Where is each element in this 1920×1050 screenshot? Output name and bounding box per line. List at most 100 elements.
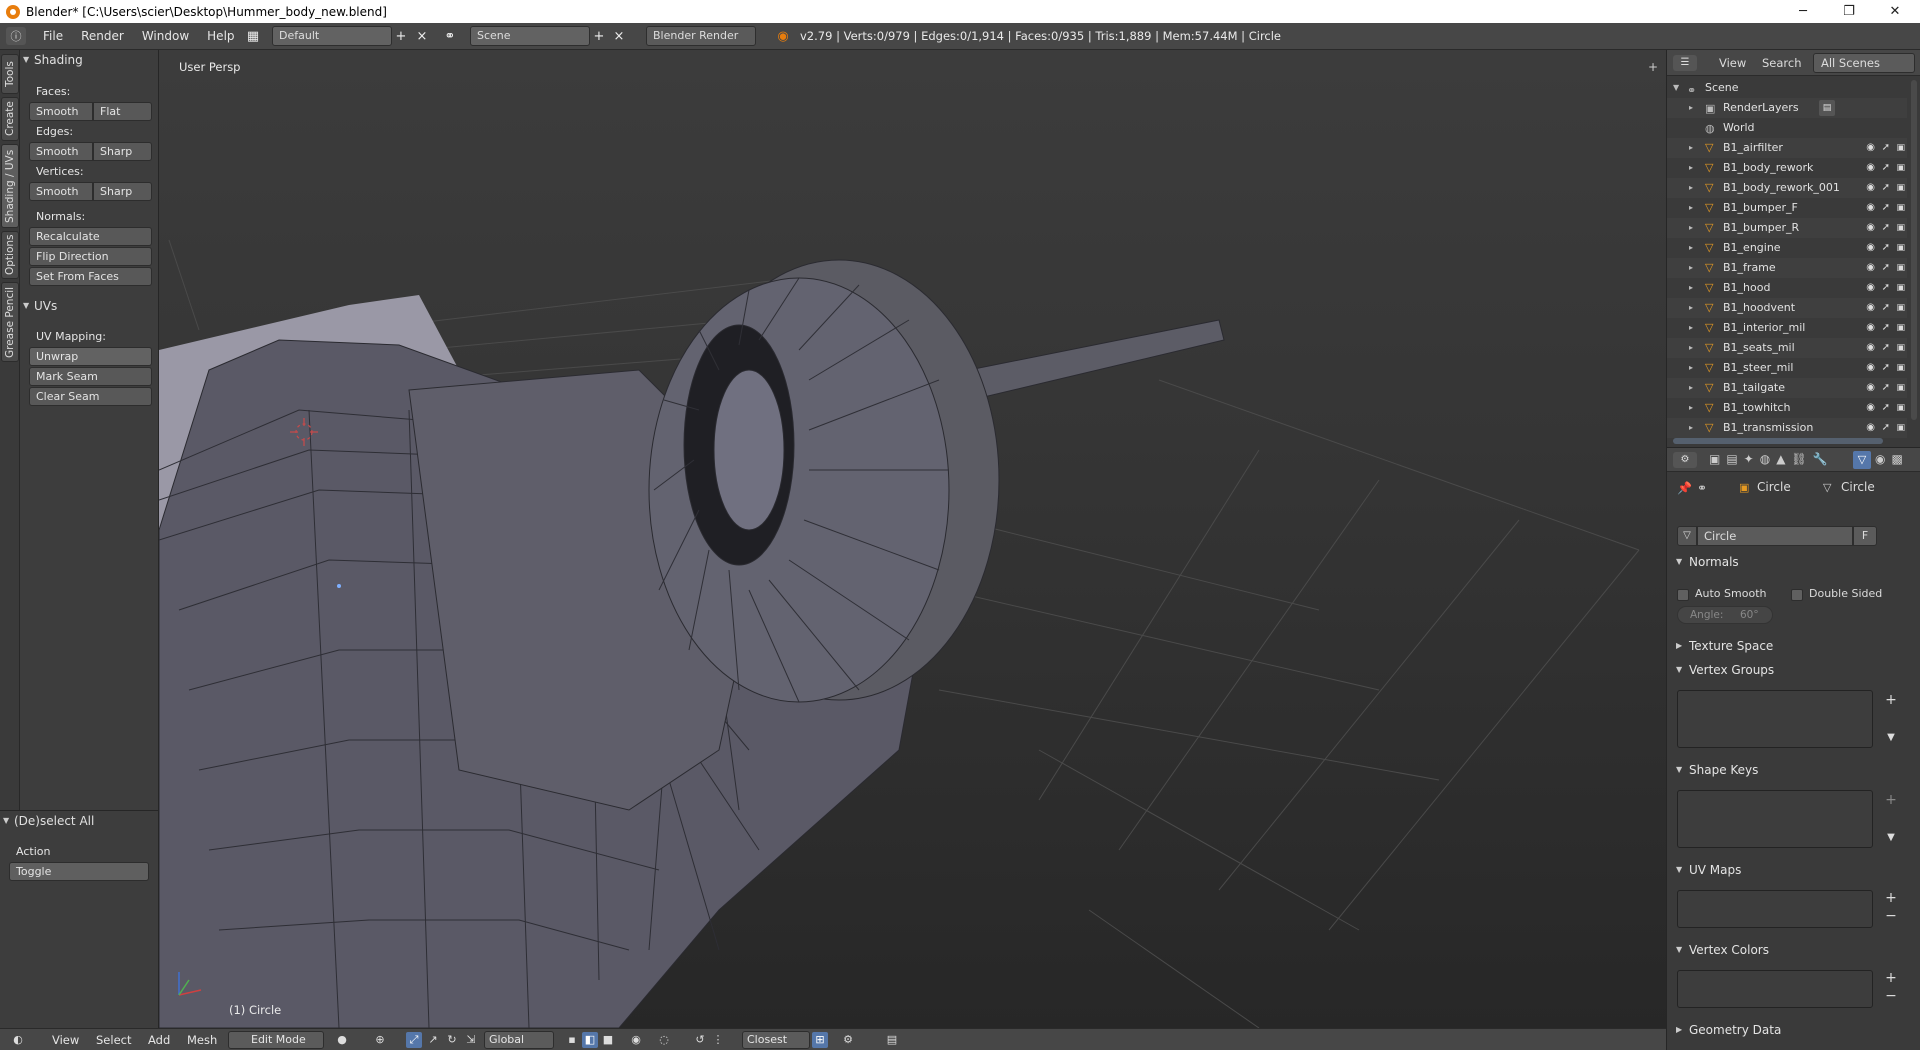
editor-type-info-icon[interactable]: ⓘ xyxy=(6,27,26,45)
outliner-object-row[interactable]: ▸ ▽ B1_towhitch ◉ ➚ ▣ xyxy=(1667,398,1907,418)
outliner-object-row[interactable]: ▸ ▽ B1_interior_mil ◉ ➚ ▣ xyxy=(1667,318,1907,338)
unwrap-menu[interactable]: Unwrap xyxy=(29,347,152,366)
outliner-object-row[interactable]: ▸ ▽ B1_body_rework ◉ ➚ ▣ xyxy=(1667,158,1907,178)
menu-select[interactable]: Select xyxy=(96,1029,131,1050)
3d-viewport[interactable]: User Persp (1) Circle + xyxy=(159,50,1666,1028)
expand-icon[interactable]: ▸ xyxy=(1689,138,1693,158)
selectability-cursor-icon[interactable]: ➚ xyxy=(1882,258,1890,278)
angle-field[interactable]: Angle: 60° xyxy=(1677,606,1773,624)
shape-keys-list[interactable] xyxy=(1677,790,1873,848)
selectability-cursor-icon[interactable]: ➚ xyxy=(1882,418,1890,438)
vertex-select-icon[interactable]: ▪ xyxy=(564,1032,580,1048)
more-tabs-icons[interactable]: ◉▩ xyxy=(1875,452,1909,466)
visibility-eye-icon[interactable]: ◉ xyxy=(1866,178,1875,198)
renderability-camera-icon[interactable]: ▣ xyxy=(1896,398,1905,418)
screen-layout-icon[interactable]: ▦ xyxy=(244,27,262,45)
visibility-eye-icon[interactable]: ◉ xyxy=(1866,358,1875,378)
selectability-cursor-icon[interactable]: ➚ xyxy=(1882,218,1890,238)
renderability-camera-icon[interactable]: ▣ xyxy=(1896,258,1905,278)
snap-options-icon[interactable]: ⊞ xyxy=(812,1032,828,1048)
translate-icon[interactable]: ↗ xyxy=(425,1032,441,1048)
face-select-icon[interactable]: ■ xyxy=(600,1032,616,1048)
menu-view[interactable]: View xyxy=(52,1029,79,1050)
expand-icon[interactable]: ▸ xyxy=(1689,318,1693,338)
renderability-camera-icon[interactable]: ▣ xyxy=(1896,378,1905,398)
delete-scene-icon[interactable]: × xyxy=(610,27,628,45)
texture-space-panel-header[interactable]: ▶ Texture Space xyxy=(1667,634,1907,658)
render-layers-row[interactable]: ▸ ▣ RenderLayers ▤ xyxy=(1667,98,1907,118)
expand-icon[interactable]: ▸ xyxy=(1689,198,1693,218)
outliner-vscroll[interactable] xyxy=(1911,80,1917,420)
visibility-eye-icon[interactable]: ◉ xyxy=(1866,218,1875,238)
outliner-search-menu[interactable]: Search xyxy=(1762,50,1802,76)
mesh-data-tab-icon[interactable]: ▽ xyxy=(1853,451,1871,469)
viewport-shading-icon[interactable]: ● xyxy=(334,1032,350,1048)
selectability-cursor-icon[interactable]: ➚ xyxy=(1882,178,1890,198)
scale-icon[interactable]: ⇲ xyxy=(463,1032,479,1048)
outliner-object-row[interactable]: ▸ ▽ B1_bumper_F ◉ ➚ ▣ xyxy=(1667,198,1907,218)
renderability-camera-icon[interactable]: ▣ xyxy=(1896,178,1905,198)
outliner-editor-icon[interactable]: ☰ xyxy=(1673,55,1697,71)
tab-options[interactable]: Options xyxy=(1,231,19,279)
selectability-cursor-icon[interactable]: ➚ xyxy=(1882,278,1890,298)
menu-help[interactable]: Help xyxy=(198,23,243,50)
outliner-object-row[interactable]: ▸ ▽ B1_body_rework_001 ◉ ➚ ▣ xyxy=(1667,178,1907,198)
visibility-eye-icon[interactable]: ◉ xyxy=(1866,338,1875,358)
selectability-cursor-icon[interactable]: ➚ xyxy=(1882,378,1890,398)
edges-smooth-button[interactable]: Smooth xyxy=(29,142,93,161)
flip-direction-button[interactable]: Flip Direction xyxy=(29,247,152,266)
close-icon[interactable]: ✕ xyxy=(1872,0,1918,23)
shading-panel-header[interactable]: Shading xyxy=(20,50,159,70)
outliner-object-row[interactable]: ▸ ▽ B1_tailgate ◉ ➚ ▣ xyxy=(1667,378,1907,398)
shape-key-specials-icon[interactable]: ▼ xyxy=(1883,830,1899,846)
selectability-cursor-icon[interactable]: ➚ xyxy=(1882,238,1890,258)
normals-panel-header[interactable]: ▼ Normals xyxy=(1667,550,1907,574)
snap-toggle-icon[interactable]: ↺ xyxy=(692,1032,708,1048)
outliner-object-row[interactable]: ▸ ▽ B1_airfilter ◉ ➚ ▣ xyxy=(1667,138,1907,158)
renderability-camera-icon[interactable]: ▣ xyxy=(1896,358,1905,378)
expand-icon[interactable]: ▸ xyxy=(1689,238,1693,258)
visibility-eye-icon[interactable]: ◉ xyxy=(1866,258,1875,278)
expand-icon[interactable]: ▸ xyxy=(1689,338,1693,358)
visibility-eye-icon[interactable]: ◉ xyxy=(1866,238,1875,258)
menu-window[interactable]: Window xyxy=(133,23,198,50)
selectability-cursor-icon[interactable]: ➚ xyxy=(1882,138,1890,158)
outliner-view-menu[interactable]: View xyxy=(1719,50,1746,76)
display-mode-select[interactable]: All Scenes xyxy=(1813,53,1915,73)
renderability-camera-icon[interactable]: ▣ xyxy=(1896,418,1905,438)
selectability-cursor-icon[interactable]: ➚ xyxy=(1882,198,1890,218)
outliner-object-row[interactable]: ▸ ▽ B1_transmission ◉ ➚ ▣ xyxy=(1667,418,1907,438)
add-screen-icon[interactable]: + xyxy=(392,27,410,45)
expand-icon[interactable]: ▸ xyxy=(1689,278,1693,298)
selectability-cursor-icon[interactable]: ➚ xyxy=(1882,338,1890,358)
render-engine-select[interactable]: Blender Render xyxy=(646,26,756,46)
renderability-camera-icon[interactable]: ▣ xyxy=(1896,318,1905,338)
vertex-groups-panel-header[interactable]: ▼ Vertex Groups xyxy=(1667,658,1907,682)
edges-sharp-button[interactable]: Sharp xyxy=(93,142,152,161)
outliner-object-row[interactable]: ▸ ▽ B1_bumper_R ◉ ➚ ▣ xyxy=(1667,218,1907,238)
remove-vertex-color-icon[interactable]: − xyxy=(1883,988,1899,1004)
tab-tools[interactable]: Tools xyxy=(1,54,19,94)
expand-icon[interactable]: ▸ xyxy=(1689,258,1693,278)
screen-layout-field[interactable]: Default xyxy=(272,26,392,46)
visibility-eye-icon[interactable]: ◉ xyxy=(1866,298,1875,318)
mark-seam-button[interactable]: Mark Seam xyxy=(29,367,152,386)
limit-selection-icon[interactable]: ◉ xyxy=(628,1032,644,1048)
selectability-cursor-icon[interactable]: ➚ xyxy=(1882,158,1890,178)
faces-flat-button[interactable]: Flat xyxy=(93,102,152,121)
scene-icon[interactable]: ⚭ xyxy=(441,27,459,45)
vertices-sharp-button[interactable]: Sharp xyxy=(93,182,152,201)
renderability-camera-icon[interactable]: ▣ xyxy=(1896,238,1905,258)
renderability-camera-icon[interactable]: ▣ xyxy=(1896,138,1905,158)
visibility-eye-icon[interactable]: ◉ xyxy=(1866,198,1875,218)
edge-select-icon[interactable]: ◧ xyxy=(582,1032,598,1048)
outliner-scrollbar[interactable] xyxy=(1673,438,1883,444)
delete-screen-icon[interactable]: × xyxy=(413,27,431,45)
visibility-eye-icon[interactable]: ◉ xyxy=(1866,418,1875,438)
world-row[interactable]: ◍ World xyxy=(1667,118,1907,138)
uv-maps-panel-header[interactable]: ▼ UV Maps xyxy=(1667,858,1907,882)
tab-grease-pencil[interactable]: Grease Pencil xyxy=(1,282,19,362)
double-sided-checkbox[interactable] xyxy=(1791,589,1803,601)
outliner-object-row[interactable]: ▸ ▽ B1_engine ◉ ➚ ▣ xyxy=(1667,238,1907,258)
editor-type-3d-icon[interactable]: ◐ xyxy=(10,1032,26,1048)
